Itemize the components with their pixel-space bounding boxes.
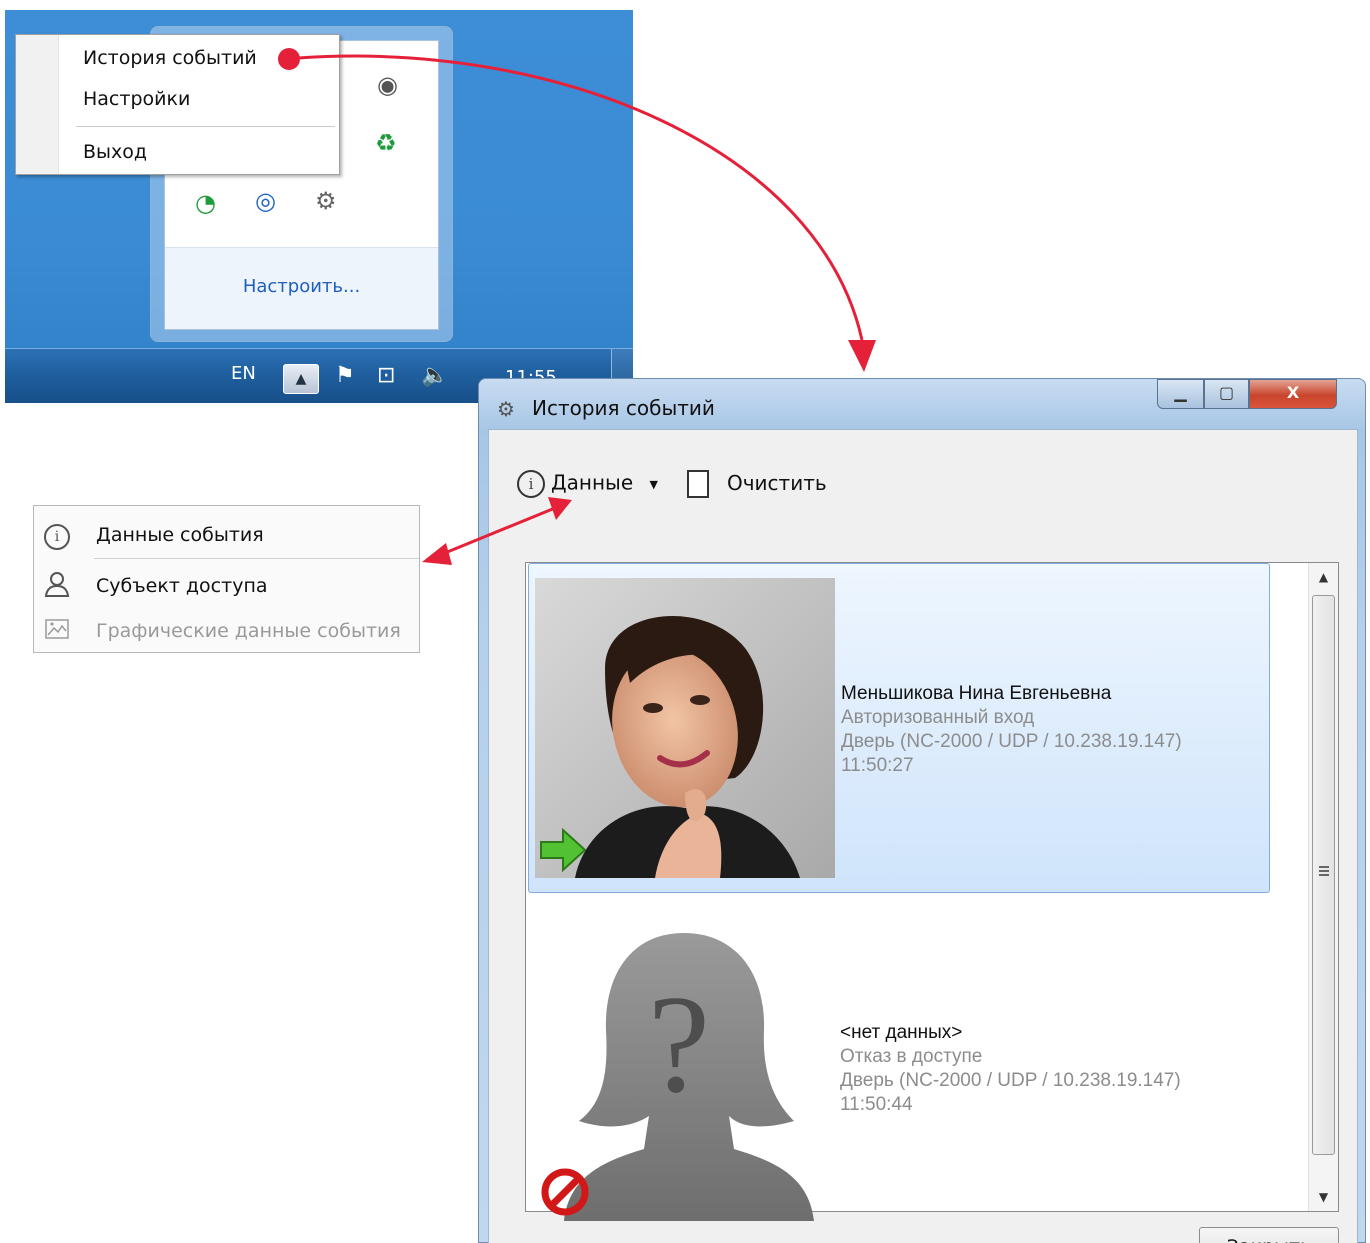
event-time: 11:50:44: [840, 1094, 913, 1115]
green-shield-tray-icon[interactable]: ♻: [375, 129, 397, 157]
subject-name: Меньшикова Нина Евгеньевна: [841, 683, 1112, 704]
callout-marker-dot: [278, 48, 300, 70]
unknown-subject-silhouette: ?: [534, 921, 834, 1221]
show-hidden-icons-button[interactable]: ▲: [283, 364, 319, 394]
menu-item-label: Графические данные события: [96, 620, 401, 642]
subject-name: <нет данных>: [840, 1022, 963, 1043]
close-button[interactable]: Закрыть: [1199, 1227, 1339, 1243]
menu-item-graphic-event-data[interactable]: Графические данные события: [34, 608, 419, 652]
green-arrow-icon: [540, 828, 587, 872]
event-card-selected[interactable]: Меньшикова Нина Евгеньевна Авторизованны…: [528, 563, 1270, 893]
menu-item-exit[interactable]: Выход: [83, 141, 147, 163]
data-dropdown-menu: i Данные события Субъект доступа Графиче…: [33, 505, 420, 653]
network-icon[interactable]: ⊡: [377, 363, 395, 388]
minimize-button[interactable]: ▁: [1157, 379, 1204, 409]
blank-page-icon: [687, 470, 709, 498]
app-icon: ⚙: [497, 397, 515, 421]
menu-separator: [76, 126, 335, 127]
window-client-area: i Данные ▼ Очистить Меньшикова Нина Евге…: [488, 429, 1358, 1243]
clear-button[interactable]: Очистить: [687, 470, 827, 504]
scroll-down-button[interactable]: ▼: [1309, 1183, 1338, 1211]
info-circle-icon: i: [42, 519, 72, 550]
volume-icon[interactable]: 🔈: [421, 363, 448, 388]
action-center-flag-icon[interactable]: ⚑: [335, 363, 355, 388]
clear-button-label: Очистить: [727, 470, 827, 495]
info-circle-icon: i: [517, 470, 545, 498]
scroll-thumb[interactable]: [1312, 595, 1335, 1155]
window-close-button[interactable]: X: [1249, 379, 1337, 409]
event-list[interactable]: Меньшикова Нина Евгеньевна Авторизованны…: [525, 562, 1339, 1221]
language-indicator[interactable]: EN: [231, 363, 256, 384]
chevron-down-icon: ▼: [649, 477, 658, 491]
menu-item-label: Субъект доступа: [96, 575, 268, 597]
no-entry-icon: [541, 1168, 589, 1216]
event-status: Отказ в доступе: [840, 1046, 983, 1067]
event-door: Дверь (NC-2000 / UDP / 10.238.19.147): [840, 1070, 1181, 1091]
menu-item-settings[interactable]: Настройки: [83, 88, 190, 110]
event-time: 11:50:27: [841, 755, 914, 776]
event-card[interactable]: ? <нет данных> Отказ в доступе Дверь (NC…: [528, 903, 1270, 1233]
scroll-grip-icon: [1319, 866, 1329, 876]
menu-separator: [94, 558, 419, 559]
data-button-label: Данные: [551, 470, 634, 495]
svg-text:?: ?: [648, 967, 710, 1122]
menu-item-label: Данные события: [96, 524, 264, 546]
event-door: Дверь (NC-2000 / UDP / 10.238.19.147): [841, 731, 1182, 752]
subject-photo: [535, 578, 835, 878]
access-control-tray-icon[interactable]: ⚙: [315, 187, 337, 215]
clock-tray-icon[interactable]: ◔: [195, 189, 216, 217]
event-status: Авторизованный вход: [841, 707, 1035, 728]
menu-item-access-subject[interactable]: Субъект доступа: [34, 563, 419, 607]
picture-icon: [42, 615, 72, 645]
event-history-window: ⚙ История событий ▁ ▢ X i Данные ▼ Очисти…: [478, 378, 1366, 1243]
disc-tray-icon[interactable]: ◎: [255, 187, 276, 215]
window-title: История событий: [532, 396, 715, 420]
data-dropdown-button[interactable]: i Данные ▼: [517, 470, 658, 504]
event-details: Меньшикова Нина Евгеньевна Авторизованны…: [841, 682, 1182, 778]
menu-gutter: [16, 35, 59, 174]
event-details: <нет данных> Отказ в доступе Дверь (NC-2…: [840, 1021, 1181, 1117]
vertical-scrollbar[interactable]: ▲ ▼: [1308, 563, 1338, 1211]
scroll-up-button[interactable]: ▲: [1309, 563, 1338, 591]
tray-flyout-footer: Настроить...: [165, 247, 438, 329]
webcam-tray-icon[interactable]: ◉: [377, 71, 398, 99]
person-icon: [42, 570, 72, 600]
menu-item-event-data[interactable]: i Данные события: [34, 512, 419, 556]
customize-link[interactable]: Настроить...: [165, 276, 438, 297]
maximize-button[interactable]: ▢: [1204, 379, 1249, 409]
menu-item-event-history[interactable]: История событий: [83, 47, 257, 69]
